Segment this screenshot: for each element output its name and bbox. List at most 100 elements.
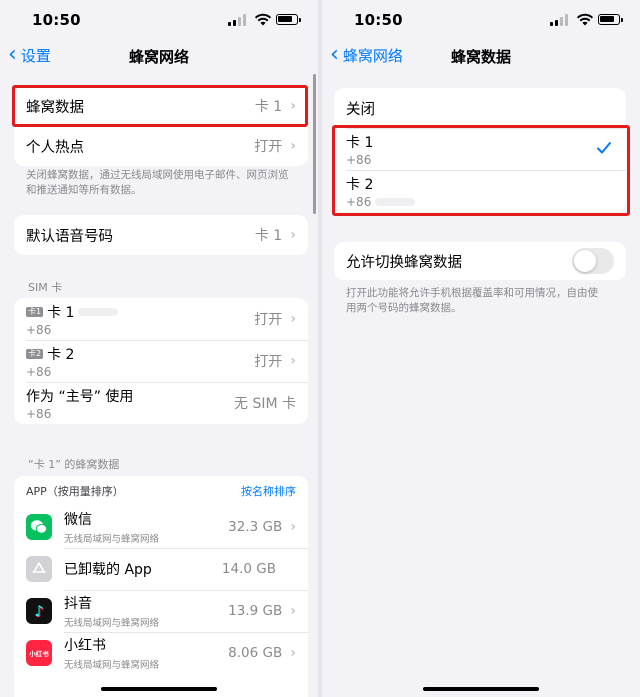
page-title: 蜂窝数据 — [450, 48, 511, 66]
app-network-type: 无线局域网与蜂窝网络 — [64, 660, 160, 671]
card-number: +86 — [346, 152, 372, 167]
chevron-right-icon: › — [290, 519, 296, 535]
row-value: 打开 — [254, 139, 283, 155]
primary-number-row[interactable]: 作为 “主号” 使用 +86 无 SIM 卡 — [14, 382, 308, 424]
row-right: 打开 › — [254, 298, 296, 340]
signal-icon — [550, 14, 568, 26]
sim-badge: 卡2 — [26, 348, 44, 359]
row-right: 打开 › — [254, 340, 296, 382]
app-usage-group: APP（按用量排序） 按名称排序 微信无线局域网与蜂窝网络 32.3 GB › 已卸载… — [14, 476, 308, 697]
status-bar: 10:50 — [322, 0, 640, 38]
sim-number: +86 — [26, 406, 52, 421]
sim-badge: 卡1 — [26, 306, 44, 317]
row-value: 卡 1 — [254, 228, 283, 244]
sim-card-1-row[interactable]: 卡1 卡 1 +86 打开 › — [14, 298, 308, 340]
app-icon-glyph: 小红书 — [29, 650, 49, 658]
sim-card-2-row[interactable]: 卡2 卡 2 +86 打开 › — [14, 340, 308, 382]
card-number-text: +86 — [346, 194, 372, 209]
app-name: 已卸载的 App — [64, 562, 152, 578]
sim-title: 卡2 卡 2 — [26, 344, 74, 364]
allow-switching-row: 允许切换蜂窝数据 — [334, 242, 626, 280]
app-name: 抖音 — [64, 596, 92, 612]
row-value: 无 SIM 卡 — [234, 396, 296, 412]
battery-icon — [276, 14, 301, 25]
sim-number: +86 — [26, 322, 52, 337]
scroll-indicator[interactable] — [313, 74, 316, 214]
chevron-right-icon: › — [290, 311, 296, 327]
app-list-title: APP（按用量排序） — [26, 485, 124, 498]
xiaohongshu-icon: 小红书 — [26, 640, 52, 666]
app-usage-row: 已卸载的 App 14.0 GB — [14, 548, 308, 590]
sort-by-name-link[interactable]: 按名称排序 — [241, 483, 296, 499]
app-icon-glyph: ♪ — [34, 602, 44, 620]
home-indicator[interactable] — [423, 687, 539, 691]
row-label: 个人热点 — [26, 139, 84, 156]
sim-group: 卡1 卡 1 +86 打开 › 卡2 卡 2 +86 打开 › 作为 “主号” — [14, 298, 308, 424]
default-voice-row[interactable]: 默认语音号码 卡 1 › — [14, 215, 308, 255]
row-value: 打开 — [254, 312, 283, 328]
status-time: 10:50 — [354, 11, 403, 29]
app-text: 小红书无线局域网与蜂窝网络 — [64, 635, 159, 671]
allow-switching-toggle[interactable] — [572, 248, 614, 274]
cellular-data-row[interactable]: 蜂窝数据 卡 1 › — [14, 86, 308, 126]
app-data-size: 32.3 GB — [228, 519, 283, 535]
app-list-header: APP（按用量排序） 按名称排序 — [14, 476, 308, 506]
status-bar: 10:50 — [0, 0, 318, 38]
row-value: 卡 1 — [254, 99, 283, 115]
app-name: 小红书 — [64, 638, 106, 654]
row-right: 无 SIM 卡 — [234, 382, 296, 424]
chevron-right-icon: › — [290, 138, 296, 154]
cellular-data-screen: 10:50 ‹ 蜂窝网络 蜂窝数据 关闭 卡 1 +86 卡 2 +86 允许切… — [322, 0, 640, 697]
app-usage-row[interactable]: 微信无线局域网与蜂窝网络 32.3 GB › — [14, 506, 308, 548]
card-1-option[interactable]: 卡 1 +86 — [334, 128, 626, 170]
battery-icon — [598, 14, 623, 25]
chevron-right-icon: › — [290, 645, 296, 661]
usage-section-header: “卡 1” 的蜂窝数据 — [28, 458, 120, 471]
cellular-footnote: 关闭蜂窝数据，通过无线局域网使用电子邮件、网页浏览和推送通知等所有数据。 — [26, 169, 289, 196]
signal-icon — [228, 14, 246, 26]
option-label: 卡 2 — [346, 174, 373, 194]
app-list: 微信 无线局域网与蜂窝网络 32.3 GB › 已卸载的 App 14.0 GB ♪ 抖音 无线… — [14, 506, 308, 674]
chevron-right-icon: › — [290, 353, 296, 369]
status-time: 10:50 — [32, 11, 81, 29]
app-data-size: 14.0 GB — [221, 561, 276, 577]
sim-title: 作为 “主号” 使用 — [26, 386, 133, 406]
wechat-icon — [26, 514, 52, 540]
option-label: 卡 1 — [346, 132, 373, 152]
card-2-option[interactable]: 卡 2 +86 — [334, 170, 626, 212]
app-name: 微信 — [64, 512, 92, 528]
sim-title: 卡1 卡 1 — [26, 302, 119, 322]
sim-number: +86 — [26, 364, 52, 379]
app-network-type: 无线局域网与蜂窝网络 — [64, 534, 160, 545]
data-off-option[interactable]: 关闭 — [334, 88, 626, 128]
app-usage-row[interactable]: ♪ 抖音 无线局域网与蜂窝网络 13.9 GB › — [14, 590, 308, 632]
redacted-number — [375, 198, 416, 206]
uninstalled-app-icon — [26, 556, 52, 582]
sim-label: 卡 2 — [47, 346, 75, 363]
app-data-size: 8.06 GB — [228, 645, 283, 661]
wifi-icon — [576, 13, 594, 26]
nav-bar: ‹ 蜂窝网络 蜂窝数据 — [322, 38, 640, 72]
data-line-group: 关闭 卡 1 +86 卡 2 +86 — [334, 88, 626, 212]
app-network-type: 无线局域网与蜂窝网络 — [64, 618, 160, 629]
chevron-right-icon: › — [290, 603, 296, 619]
status-icons — [224, 12, 304, 28]
status-icons — [546, 12, 626, 28]
nav-bar: ‹ 设置 蜂窝网络 — [0, 38, 318, 72]
cellular-settings-screen: 10:50 ‹ 设置 蜂窝网络 蜂窝数据 卡 1 › 个人热点 打开 › 关闭蜂… — [0, 0, 318, 697]
page-title: 蜂窝网络 — [128, 48, 189, 66]
sim-label: 卡 1 — [47, 304, 75, 321]
card-number: +86 — [346, 194, 416, 209]
switch-label: 允许切换蜂窝数据 — [346, 254, 462, 271]
switch-footnote: 打开此功能将允许手机根据覆盖率和可用情况，自由使用两个号码的蜂窝数据。 — [346, 287, 598, 314]
redacted-number — [78, 307, 119, 316]
checkmark-icon — [597, 142, 611, 154]
voice-group: 默认语音号码 卡 1 › — [14, 215, 308, 255]
sim-section-header: SIM 卡 — [28, 281, 63, 294]
personal-hotspot-row[interactable]: 个人热点 打开 › — [14, 126, 308, 166]
card-label: 卡 1 — [346, 134, 374, 151]
home-indicator[interactable] — [101, 687, 217, 691]
app-usage-row[interactable]: 小红书 小红书 无线局域网与蜂窝网络 8.06 GB › — [14, 632, 308, 674]
douyin-icon: ♪ — [26, 598, 52, 624]
wifi-icon — [254, 13, 272, 26]
